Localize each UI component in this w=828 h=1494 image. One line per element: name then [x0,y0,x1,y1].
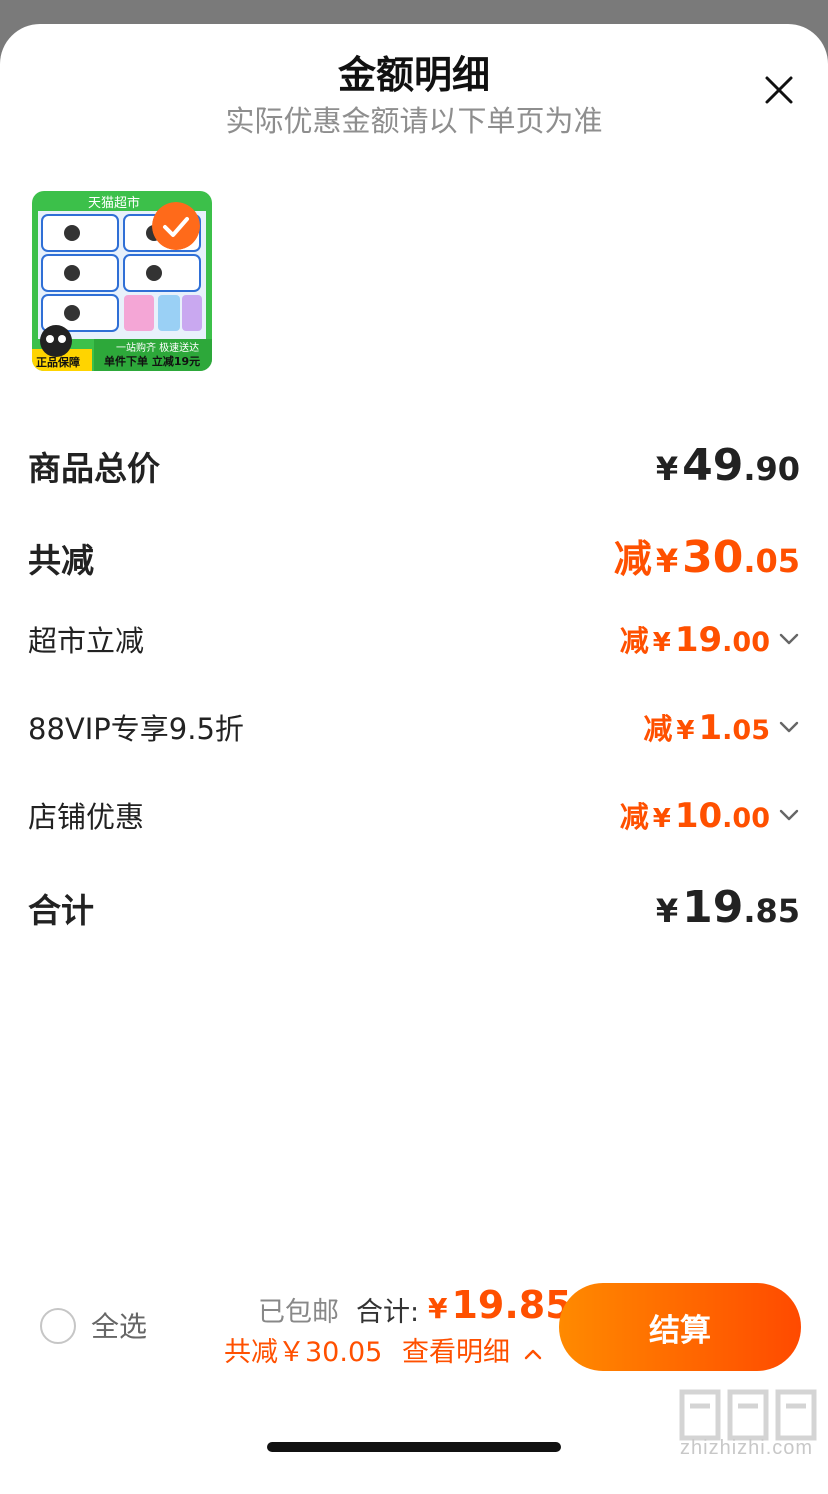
discount-label: 店铺优惠 [28,800,145,834]
radio-icon[interactable] [40,1308,76,1344]
home-indicator[interactable] [267,1442,561,1452]
discount-row-88vip[interactable]: 88VIP专享9.5折 减 ¥1.05 [28,706,800,748]
product-corner-badge: 正品保障 [36,356,80,369]
chevron-down-icon [779,809,799,821]
discount-toggle[interactable]: 减 ¥1.05 [643,706,800,748]
chevron-down-icon [779,721,799,733]
sheet-title: 金额明细 [337,53,490,97]
product-banner-line1: 一站购齐 极速送达 [116,343,200,354]
total-discount-amount: 减 ¥30.05 [613,532,800,583]
subtotal-amount: ¥49.90 [655,440,800,491]
total-row: 合计 ¥19.85 [28,882,800,933]
view-details-label: 查看明细 [402,1337,510,1368]
subtotal-row: 商品总价 ¥49.90 [28,440,800,491]
total-label: 合计 [28,891,94,930]
footer-total-amount: ¥19.85 [428,1283,572,1327]
product-tag-top: 天猫超市 [88,196,141,211]
sheet-subtitle: 实际优惠金额请以下单页为准 [225,104,603,138]
discount-row-supermarket[interactable]: 超市立减 减 ¥19.00 [28,618,800,660]
discount-label: 88VIP专享9.5折 [28,712,244,746]
discount-toggle[interactable]: 减 ¥19.00 [620,618,800,660]
watermark-text: zhizhizhi.com [680,1437,814,1459]
discount-label: 超市立减 [28,624,145,658]
select-all-label[interactable]: 全选 [91,1305,147,1345]
checkout-button[interactable]: 结算 [559,1283,801,1371]
check-icon[interactable] [152,202,200,250]
footer-total-label: 合计: [356,1297,420,1328]
free-shipping-label: 已包邮 [258,1297,339,1328]
footer-saved-text: 共减￥30.05 [224,1337,383,1368]
discount-amount: 减 ¥19.00 [619,620,770,660]
total-discount-row: 共减 减 ¥30.05 [28,528,800,583]
view-details-link[interactable]: 查看明细 [402,1330,543,1369]
subtotal-label: 商品总价 [28,449,160,488]
discount-amount: 减 ¥10.00 [619,796,770,836]
total-amount: ¥19.85 [655,882,800,933]
discount-row-store[interactable]: 店铺优惠 减 ¥10.00 [28,794,800,836]
close-icon[interactable] [759,70,799,110]
discount-toggle[interactable]: 减 ¥10.00 [620,794,800,836]
product-banner-line2: 单件下单 立减19元 [104,355,201,368]
chevron-up-icon [524,1349,541,1359]
total-discount-label: 共减 [28,541,94,580]
chevron-down-icon [779,633,799,645]
discount-amount: 减 ¥1.05 [643,708,770,748]
